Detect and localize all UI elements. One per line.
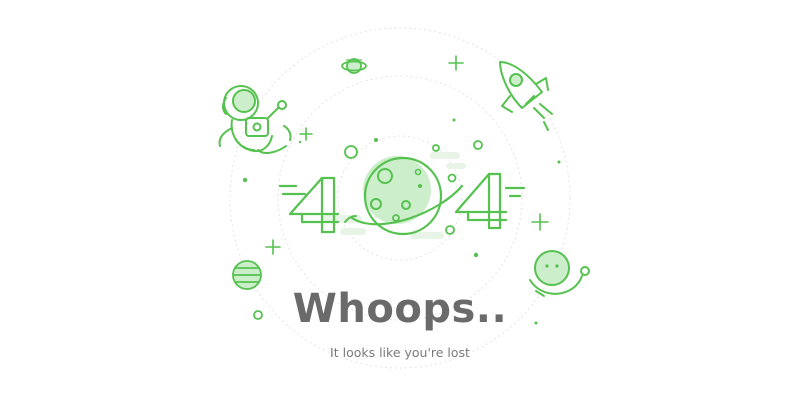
- error-headline: Whoops..: [292, 286, 508, 332]
- ringed-planet-icon: [341, 58, 367, 74]
- rocket-icon: [499, 61, 553, 131]
- digit-four-left: [278, 176, 340, 234]
- digit-four-right: [454, 172, 526, 230]
- not-found-page: Whoops.. It looks like you're lost: [0, 0, 800, 400]
- space-404-illustration: [218, 27, 590, 369]
- error-message: It looks like you're lost: [330, 345, 470, 360]
- astronaut-icon: [218, 85, 292, 154]
- planet-globe-icon: [344, 156, 464, 236]
